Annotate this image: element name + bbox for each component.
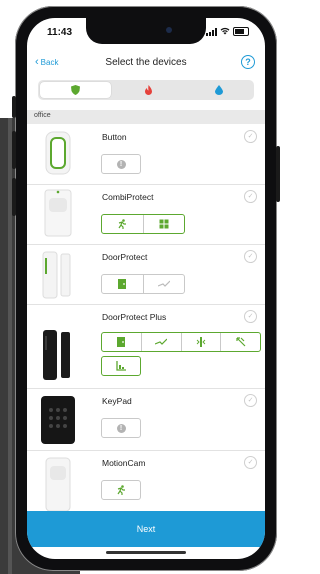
shield-icon [70,85,80,95]
door-icon [118,279,127,289]
tab-security[interactable] [40,82,111,98]
phone-side-button [12,96,16,118]
mode-group [101,332,261,352]
mode-shock-button[interactable] [144,275,185,293]
category-tabs [38,80,254,100]
phone-side-button [12,178,16,216]
device-modes [101,214,185,234]
door-icon [117,337,126,347]
check-icon[interactable]: ✓ [244,190,257,203]
device-row-motioncam[interactable]: MotionCam ✓ [27,450,265,512]
device-modes [101,332,261,376]
device-name: MotionCam [102,458,146,468]
check-icon[interactable]: ✓ [244,310,257,323]
device-image-button [27,124,89,184]
check-icon[interactable]: ✓ [244,394,257,407]
water-drop-icon [214,85,223,95]
section-label: office [34,112,51,119]
mode-shock-button[interactable] [142,333,182,351]
status-icons [206,27,249,36]
mode-tilt-angle-button[interactable] [101,356,141,376]
status-time: 11:43 [47,27,73,38]
mode-glass-button[interactable] [144,215,185,233]
device-image-combiprotect [27,184,89,244]
check-icon[interactable]: ✓ [244,456,257,469]
device-row-doorprotect-plus[interactable]: DoorProtect Plus ✓ [27,304,265,389]
tab-water[interactable] [183,80,254,100]
camera-icon [166,27,172,33]
mode-motion-button[interactable] [101,480,141,500]
tab-fire[interactable] [113,80,184,100]
nav-bar: ‹ Back Select the devices ? [27,52,265,76]
device-modes [101,274,185,294]
signal-icon [206,27,217,36]
device-image-doorprotect-plus [27,304,89,388]
running-person-icon [117,485,125,495]
device-row-keypad[interactable]: KeyPad ✓ ! [27,388,265,451]
device-row-combiprotect[interactable]: CombiProtect ✓ [27,184,265,245]
page-title: Select the devices [105,57,187,68]
device-modes: ! [101,418,141,438]
mode-door-button[interactable] [102,275,144,293]
device-image-motioncam [27,450,89,512]
home-indicator [106,551,186,554]
mode-group [101,214,185,234]
notch [86,18,206,44]
window-icon [159,219,169,229]
device-row-button[interactable]: Button ✓ ! [27,124,265,185]
mode-button[interactable]: ! [101,154,141,174]
mode-group [101,274,185,294]
vibration-icon [196,337,206,347]
mode-button[interactable]: ! [101,418,141,438]
shock-icon [157,280,170,287]
next-button[interactable]: Next [27,511,265,547]
angle-icon [116,361,126,371]
mode-door-button[interactable] [102,333,142,351]
device-name: DoorProtect Plus [102,312,167,322]
help-icon[interactable]: ? [241,55,255,69]
shock-icon [155,338,168,345]
device-name: CombiProtect [102,192,154,202]
flame-icon [144,85,152,95]
phone-screen: 11:43 ‹ Back Select the devices ? office… [27,18,265,559]
device-image-doorprotect [27,244,89,304]
phone-side-button [12,131,16,169]
check-icon[interactable]: ✓ [244,250,257,263]
device-name: KeyPad [102,396,132,406]
device-modes [101,480,141,500]
phone-side-button [276,146,280,202]
device-modes: ! [101,154,141,174]
section-header: office [27,110,265,124]
mode-vibration-button[interactable] [182,333,222,351]
check-icon[interactable]: ✓ [244,130,257,143]
running-person-icon [118,219,127,229]
wifi-icon [220,27,230,36]
info-icon: ! [116,159,126,169]
device-row-doorprotect[interactable]: DoorProtect ✓ [27,244,265,305]
device-name: Button [102,132,127,142]
battery-icon [233,27,249,36]
mode-tilt-button[interactable] [221,333,260,351]
tilt-icon [236,337,246,347]
device-image-keypad [27,388,89,450]
device-name: DoorProtect [102,252,148,262]
mode-motion-button[interactable] [102,215,144,233]
info-icon: ! [116,423,126,433]
